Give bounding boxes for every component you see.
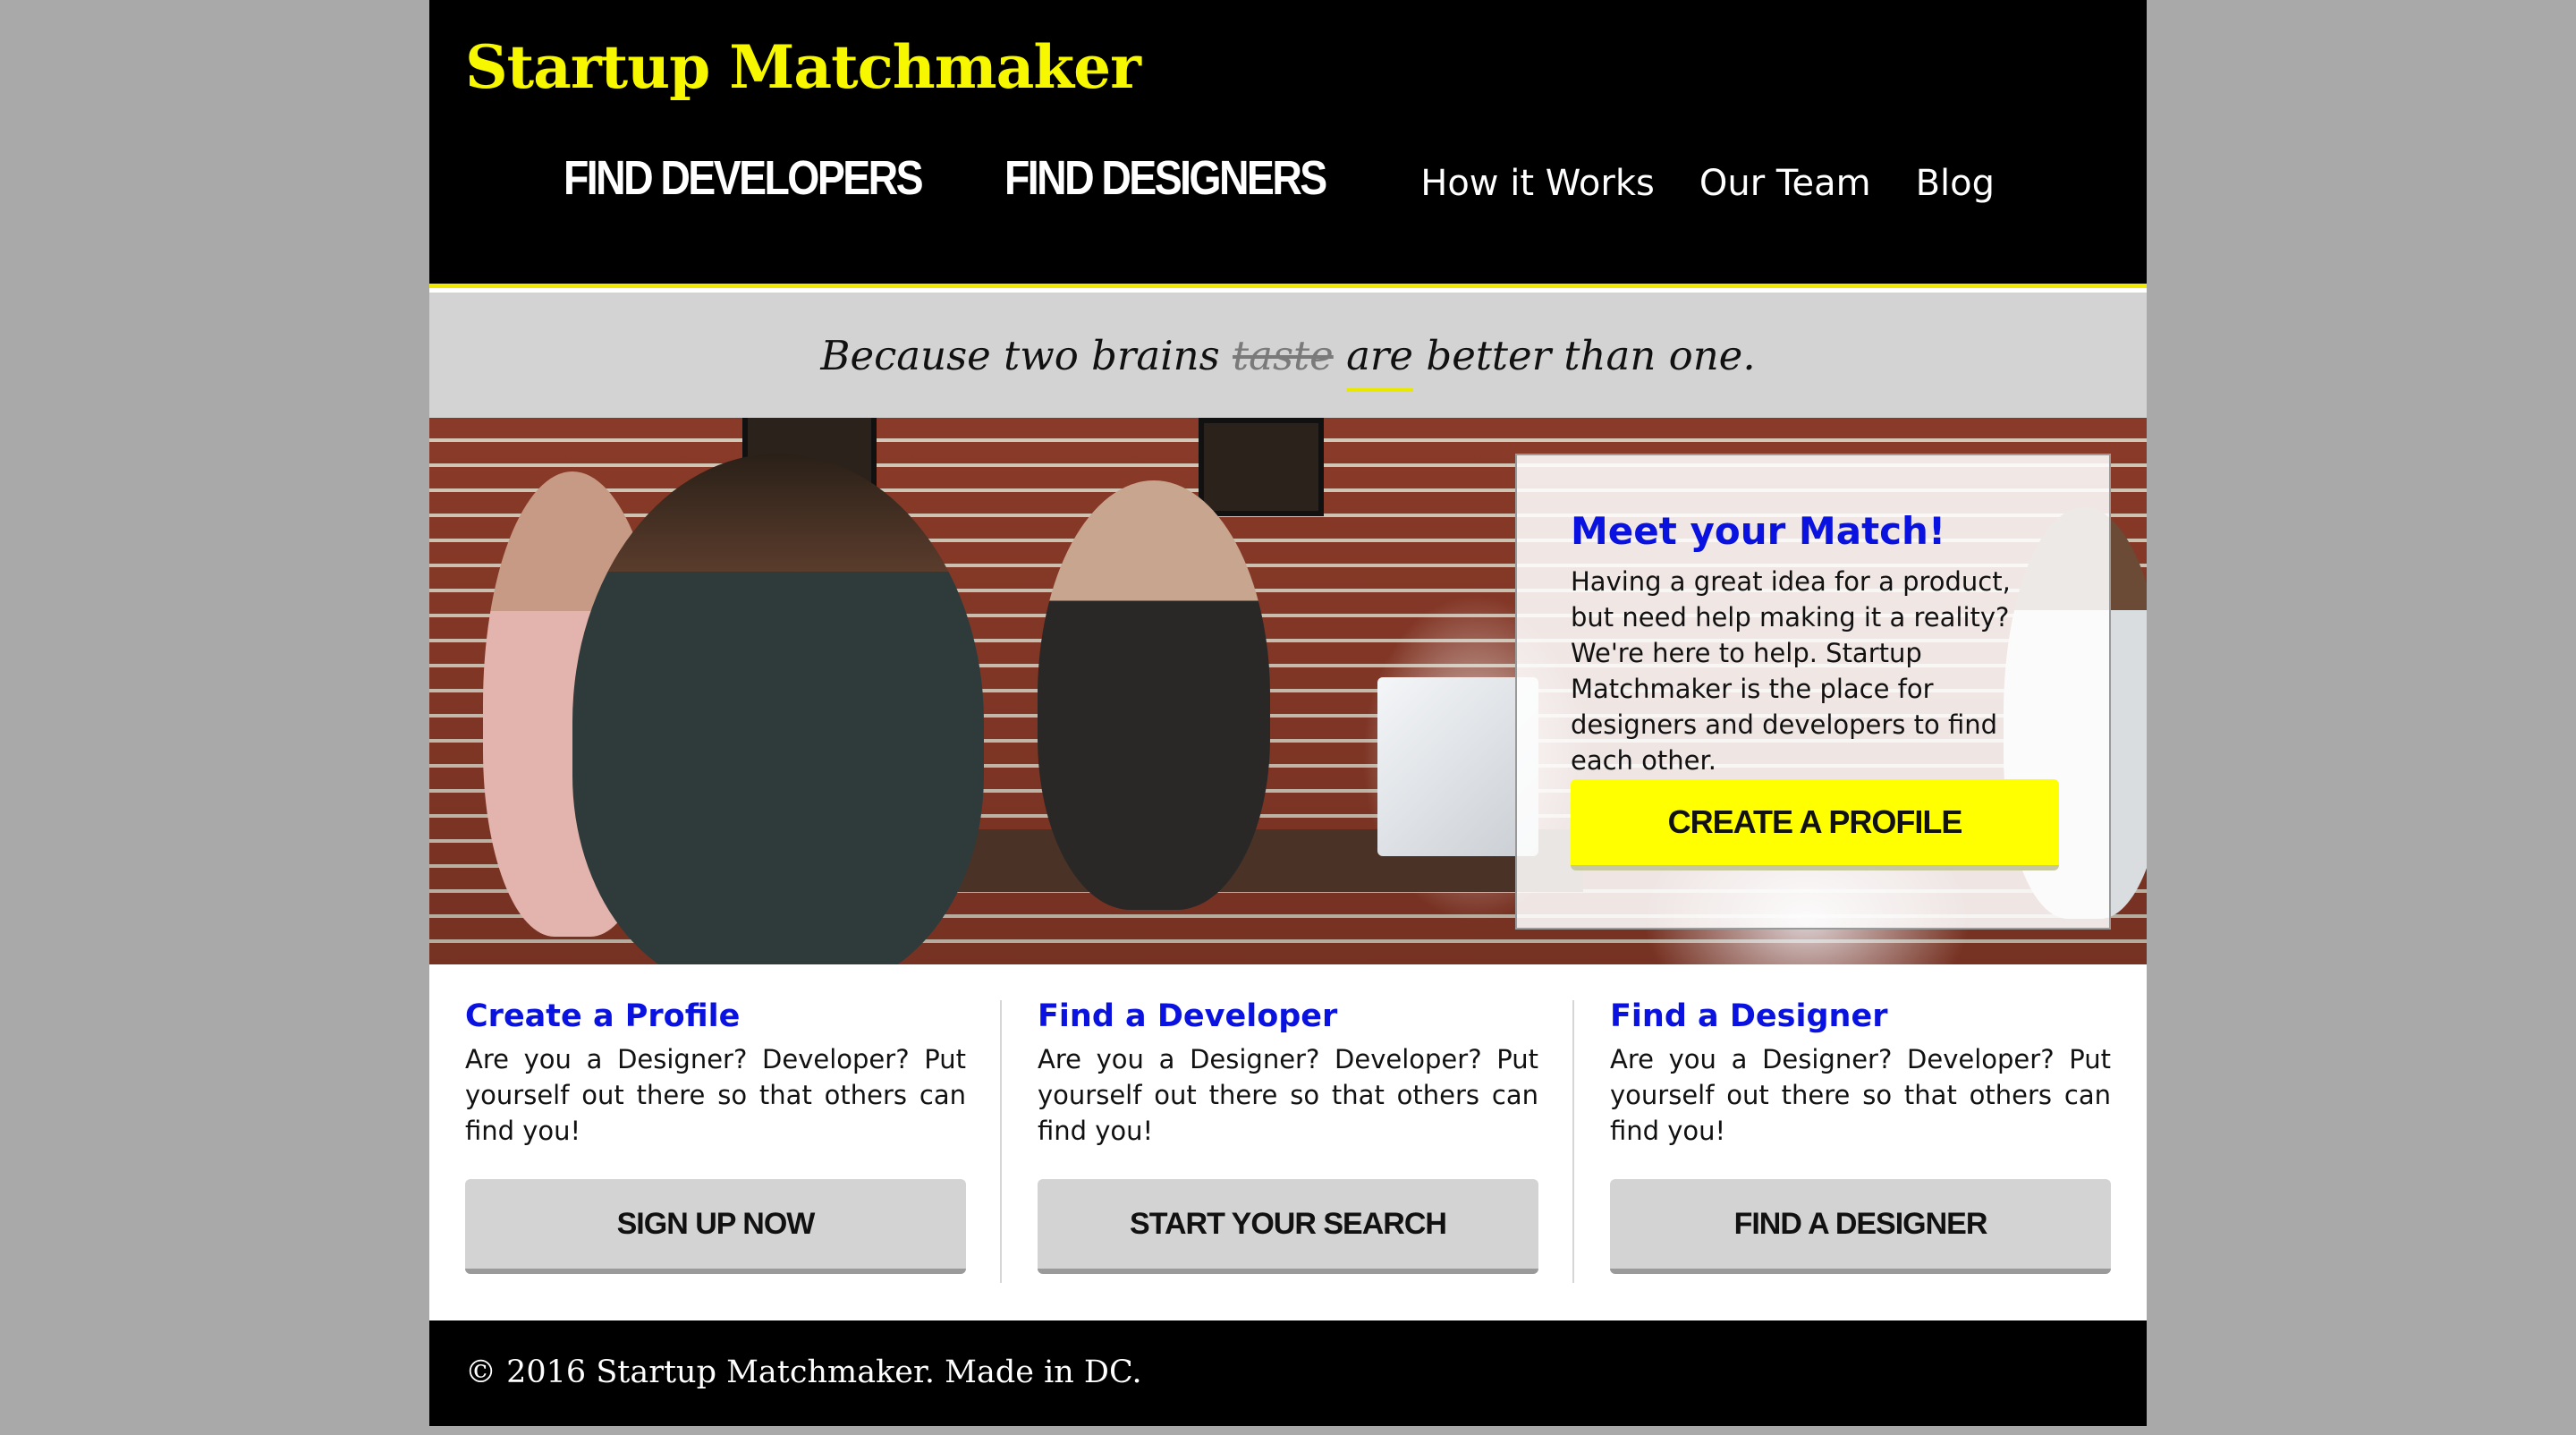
tagline-band: Because two brains taste are better than… <box>429 293 2147 418</box>
feature-text: Are you a Designer? Developer? Put yours… <box>1038 1044 1538 1146</box>
hero-banner: Meet your Match! Having a great idea for… <box>429 418 2147 964</box>
tagline-part1: Because two brains <box>820 331 1233 379</box>
nav-our-team[interactable]: Our Team <box>1699 163 1871 206</box>
feature-create-profile: Create a Profile Are you a Designer? Dev… <box>465 998 966 1274</box>
sign-up-now-button[interactable]: SIGN UP NOW <box>465 1179 966 1274</box>
tagline-underlined-word: are <box>1346 331 1414 392</box>
meet-match-title: Meet your Match! <box>1571 509 1946 553</box>
page: Startup Matchmaker FIND DEVELOPERS FIND … <box>429 0 2147 1426</box>
tagline: Because two brains taste are better than… <box>820 331 1756 392</box>
hero-laptop <box>1377 677 1538 856</box>
brand-logo[interactable]: Startup Matchmaker <box>465 32 1141 102</box>
tagline-space <box>1334 332 1346 379</box>
start-your-search-button[interactable]: START YOUR SEARCH <box>1038 1179 1538 1274</box>
feature-divider <box>1000 1000 1002 1283</box>
meet-match-card: Meet your Match! Having a great idea for… <box>1515 454 2111 930</box>
feature-find-developer: Find a Developer Are you a Designer? Dev… <box>1038 998 1538 1274</box>
find-a-designer-button[interactable]: FIND A DESIGNER <box>1610 1179 2111 1274</box>
feature-find-designer: Find a Designer Are you a Designer? Deve… <box>1610 998 2111 1274</box>
hero-wall-art <box>1199 418 1324 516</box>
feature-title: Find a Developer <box>1038 998 1338 1034</box>
hero-person <box>1038 480 1270 910</box>
meet-match-body: Having a great idea for a product, but n… <box>1571 566 2011 776</box>
hero-person <box>572 454 984 964</box>
feature-divider <box>1572 1000 1574 1283</box>
tagline-struck-word: taste <box>1233 331 1334 379</box>
nav-blog[interactable]: Blog <box>1916 163 1995 206</box>
features-section: Create a Profile Are you a Designer? Dev… <box>429 964 2147 1320</box>
feature-text: Are you a Designer? Developer? Put yours… <box>465 1044 966 1146</box>
main-nav: FIND DEVELOPERS FIND DESIGNERS How it Wo… <box>564 150 1995 206</box>
tagline-part2: better than one. <box>1413 331 1756 379</box>
nav-find-developers[interactable]: FIND DEVELOPERS <box>564 150 924 206</box>
site-header: Startup Matchmaker FIND DEVELOPERS FIND … <box>429 0 2147 288</box>
nav-find-designers[interactable]: FIND DESIGNERS <box>1004 150 1327 206</box>
nav-how-it-works[interactable]: How it Works <box>1420 163 1655 206</box>
create-profile-button[interactable]: CREATE A PROFILE <box>1571 779 2059 870</box>
site-footer: © 2016 Startup Matchmaker. Made in DC. <box>429 1320 2147 1426</box>
footer-copyright: © 2016 Startup Matchmaker. Made in DC. <box>465 1354 1142 1390</box>
feature-title: Create a Profile <box>465 998 741 1034</box>
feature-title: Find a Designer <box>1610 998 1888 1034</box>
feature-text: Are you a Designer? Developer? Put yours… <box>1610 1044 2111 1146</box>
